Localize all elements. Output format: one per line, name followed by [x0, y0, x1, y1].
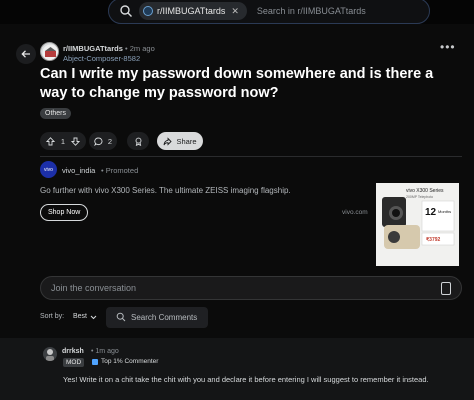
- comment-composer[interactable]: Join the conversation: [40, 276, 462, 300]
- ad-headline[interactable]: Go further with vivo X300 Series. The ul…: [40, 186, 291, 195]
- comment-search-input[interactable]: Search Comments: [131, 313, 197, 322]
- comment-body: Yes! Write it on a chit take the chit wi…: [63, 375, 429, 384]
- subreddit-logo-icon: [42, 44, 58, 60]
- search-icon: [120, 5, 132, 17]
- downvote-icon[interactable]: [70, 137, 80, 146]
- chevron-down-icon[interactable]: [90, 313, 97, 321]
- share-icon: [164, 136, 173, 146]
- post-title: Can I write my password down somewhere a…: [40, 66, 434, 101]
- svg-text:12: 12: [425, 207, 437, 218]
- vote-count: 1: [60, 136, 66, 146]
- svg-text:₹3792: ₹3792: [426, 237, 441, 243]
- award-icon: [135, 137, 141, 146]
- comment-icon: [94, 137, 103, 146]
- badge-icon: [92, 358, 98, 365]
- shop-now-button[interactable]: Shop Now: [40, 204, 89, 221]
- advertiser-logo[interactable]: vivo: [40, 161, 57, 178]
- share-label: Share: [176, 136, 197, 146]
- share-button[interactable]: Share: [157, 132, 203, 150]
- divider: [40, 156, 462, 157]
- sort-label: Sort by:: [40, 313, 65, 320]
- award-button[interactable]: [127, 132, 149, 150]
- comment-count: 2: [107, 136, 112, 146]
- back-button[interactable]: [16, 44, 36, 64]
- post-time: • 2m ago: [125, 44, 155, 53]
- composer-placeholder: Join the conversation: [51, 283, 137, 293]
- commenter-badge: Top 1% Commenter: [92, 358, 158, 365]
- post-flair[interactable]: Others: [40, 108, 72, 119]
- upvote-icon[interactable]: [46, 136, 55, 146]
- search-icon: [116, 312, 126, 322]
- subreddit-avatar-icon: [143, 6, 153, 16]
- comment-search[interactable]: Search Comments: [106, 307, 208, 328]
- svg-text:200MP Telephoto: 200MP Telephoto: [406, 195, 433, 199]
- search-bar[interactable]: r/IIMBUGATtards ✕ Search in r/IIMBUGATta…: [108, 0, 430, 24]
- search-input[interactable]: Search in r/IIMBUGATtards: [257, 6, 366, 16]
- avatar[interactable]: [43, 347, 57, 361]
- ad-banner-graphic: vivo X300 Series 200MP Telephoto 12 Mont…: [376, 183, 459, 266]
- user-avatar-icon: [46, 349, 54, 361]
- promoted-label: • Promoted: [101, 166, 139, 175]
- chip-label: r/IIMBUGATtards: [157, 6, 226, 16]
- ad-image[interactable]: vivo X300 Series 200MP Telephoto 12 Mont…: [376, 183, 459, 266]
- subreddit-filter-chip[interactable]: r/IIMBUGATtards ✕: [139, 2, 247, 20]
- svg-text:vivo X300 Series: vivo X300 Series: [406, 188, 444, 194]
- close-icon[interactable]: ✕: [231, 6, 239, 17]
- more-options-icon[interactable]: •••: [440, 40, 456, 54]
- comment-author[interactable]: drrksh: [62, 348, 84, 355]
- sort-dropdown[interactable]: Best: [73, 313, 87, 320]
- comment-time: • 1m ago: [91, 348, 119, 355]
- mod-badge: MOD: [63, 358, 85, 367]
- attachment-icon[interactable]: [441, 282, 451, 295]
- arrow-left-icon: [21, 50, 30, 58]
- svg-text:Months: Months: [438, 209, 451, 214]
- advertiser-name[interactable]: vivo_india: [62, 166, 95, 175]
- subreddit-name[interactable]: r/IIMBUGATtards: [63, 44, 123, 53]
- top-bar: r/IIMBUGATtards ✕ Search in r/IIMBUGATta…: [0, 0, 474, 24]
- comments-button[interactable]: 2: [89, 132, 117, 150]
- post-author[interactable]: Abject-Composer-8582: [63, 54, 140, 63]
- ad-domain[interactable]: vivo.com: [342, 209, 368, 216]
- vote-control: 1: [40, 132, 86, 150]
- subreddit-avatar[interactable]: [40, 42, 59, 61]
